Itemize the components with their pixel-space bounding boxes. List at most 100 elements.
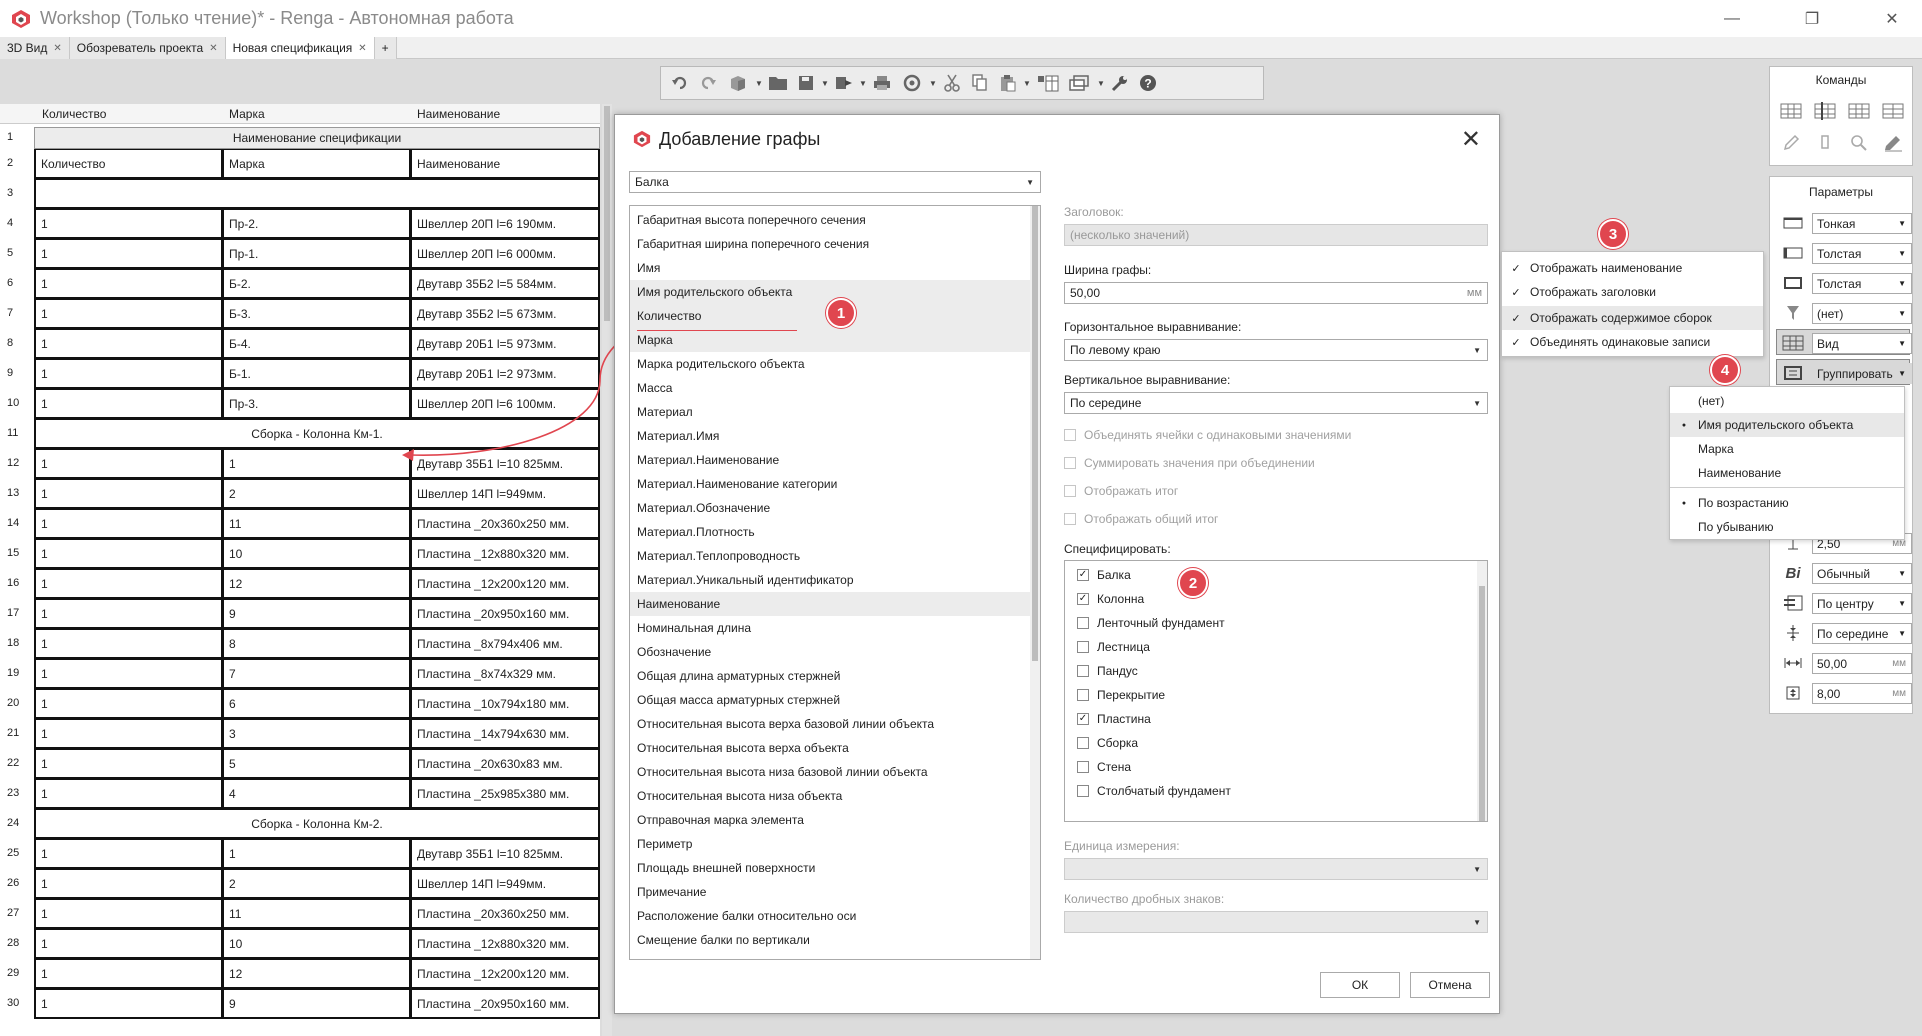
header-input[interactable]: (несколько значений) xyxy=(1064,224,1488,246)
checkbox-box[interactable] xyxy=(1077,641,1089,653)
menu-item[interactable]: Наименование xyxy=(1670,461,1904,485)
property-item[interactable]: Имя xyxy=(630,256,1030,280)
checkbox-box[interactable] xyxy=(1077,761,1089,773)
checkbox-box[interactable] xyxy=(1077,665,1089,677)
specify-item[interactable]: Сборка xyxy=(1077,736,1138,750)
property-item[interactable]: Материал.Наименование категории xyxy=(630,472,1030,496)
check-icon[interactable]: ✓ xyxy=(1077,569,1089,581)
property-item[interactable]: Габаритная высота поперечного сечения xyxy=(630,208,1030,232)
specify-item[interactable]: ✓ Балка xyxy=(1077,568,1131,582)
property-item[interactable]: Относительная высота низа объекта xyxy=(630,784,1030,808)
property-item[interactable]: Расположение балки относительно оси xyxy=(630,904,1030,928)
insert-column-icon[interactable] xyxy=(1812,99,1838,123)
property-item[interactable]: Отправочная марка элемента xyxy=(630,808,1030,832)
property-item[interactable]: Наименование xyxy=(630,592,1030,616)
menu-item[interactable]: ✓ Отображать содержимое сборок xyxy=(1502,306,1763,330)
decimals-select[interactable]: ▼ xyxy=(1064,911,1488,933)
check-icon[interactable]: ✓ xyxy=(1077,593,1089,605)
property-item[interactable]: Материал.Имя xyxy=(630,424,1030,448)
filter-select[interactable]: (нет) ▼ xyxy=(1812,303,1912,324)
line-weight-select[interactable]: Тонкая ▼ xyxy=(1812,213,1912,234)
property-item[interactable]: Масса xyxy=(630,376,1030,400)
specify-item[interactable]: Пандус xyxy=(1077,664,1138,678)
row-height-input[interactable]: 8,00 мм xyxy=(1812,683,1912,704)
table-icon[interactable] xyxy=(1846,99,1872,123)
menu-item[interactable]: Марка xyxy=(1670,437,1904,461)
property-item[interactable]: Материал.Уникальный идентификатор xyxy=(630,568,1030,592)
menu-item[interactable]: ✓ Объединять одинаковые записи xyxy=(1502,330,1763,354)
checkbox-box[interactable] xyxy=(1064,513,1076,525)
property-item[interactable]: Материал.Теплопроводность xyxy=(630,544,1030,568)
sum-values-checkbox[interactable]: Суммировать значения при объединении xyxy=(1064,456,1315,470)
specify-item[interactable]: Стена xyxy=(1077,760,1131,774)
menu-item[interactable]: ● По возрастанию xyxy=(1670,491,1904,515)
menu-item[interactable]: ● Имя родительского объекта xyxy=(1670,413,1904,437)
menu-item[interactable]: По убыванию xyxy=(1670,515,1904,539)
scroll-thumb[interactable] xyxy=(1479,586,1485,821)
edit-icon[interactable] xyxy=(1778,131,1804,155)
property-item[interactable]: Обозначение xyxy=(630,640,1030,664)
column-width-input[interactable]: 50,00 мм xyxy=(1812,653,1912,674)
specify-item[interactable]: Ленточный фундамент xyxy=(1077,616,1225,630)
halign-select[interactable]: По центру ▼ xyxy=(1812,593,1912,614)
property-item[interactable]: Марка родительского объекта xyxy=(630,352,1030,376)
property-item[interactable]: Общая длина арматурных стержней xyxy=(630,664,1030,688)
pencil-icon[interactable] xyxy=(1880,131,1906,155)
font-style-select[interactable]: Обычный ▼ xyxy=(1812,563,1912,584)
menu-item[interactable]: ✓ Отображать наименование xyxy=(1502,256,1763,280)
ok-button[interactable]: ОК xyxy=(1320,972,1400,998)
border-outer-select[interactable]: Толстая ▼ xyxy=(1812,273,1912,294)
property-item[interactable]: Периметр xyxy=(630,832,1030,856)
specify-item[interactable]: ✓ Пластина xyxy=(1077,712,1151,726)
checkbox-box[interactable] xyxy=(1064,457,1076,469)
view-select[interactable]: Вид ▼ xyxy=(1812,333,1912,354)
property-item[interactable]: Примечание xyxy=(630,880,1030,904)
property-item[interactable]: Относительная высота верха базовой линии… xyxy=(630,712,1030,736)
property-item[interactable]: Материал xyxy=(630,400,1030,424)
property-item[interactable]: Относительная высота верха объекта xyxy=(630,736,1030,760)
property-item[interactable]: Общая масса арматурных стержней xyxy=(630,688,1030,712)
menu-item[interactable]: (нет) xyxy=(1670,389,1904,413)
specify-item[interactable]: Столбчатый фундамент xyxy=(1077,784,1231,798)
property-item[interactable]: Имя родительского объекта xyxy=(630,280,1030,304)
dialog-close-button[interactable]: ✕ xyxy=(1461,125,1481,154)
width-input[interactable]: 50,00 мм xyxy=(1064,282,1488,304)
check-icon[interactable]: ✓ xyxy=(1077,713,1089,725)
property-list-scrollbar[interactable] xyxy=(1030,206,1040,959)
property-item[interactable]: Номинальная длина xyxy=(630,616,1030,640)
show-grand-total-checkbox[interactable]: Отображать общий итог xyxy=(1064,512,1218,526)
property-item[interactable]: Материал.Наименование xyxy=(630,448,1030,472)
checkbox-box[interactable] xyxy=(1064,429,1076,441)
property-item[interactable]: Материал.Обозначение xyxy=(630,496,1030,520)
scroll-thumb[interactable] xyxy=(1032,206,1038,661)
valign-select[interactable]: По середине ▼ xyxy=(1064,392,1488,414)
property-item[interactable]: Материал.Плотность xyxy=(630,520,1030,544)
show-total-checkbox[interactable]: Отображать итог xyxy=(1064,484,1178,498)
property-item[interactable]: Габаритная ширина поперечного сечения xyxy=(630,232,1030,256)
delete-column-icon[interactable] xyxy=(1880,99,1906,123)
search-icon[interactable] xyxy=(1846,131,1872,155)
property-item[interactable]: Площадь внешней поверхности xyxy=(630,856,1030,880)
halign-select[interactable]: По левому краю ▼ xyxy=(1064,339,1488,361)
merge-cells-checkbox[interactable]: Объединять ячейки с одинаковыми значения… xyxy=(1064,428,1351,442)
object-type-select[interactable]: Балка ▼ xyxy=(629,171,1041,193)
insert-row-icon[interactable] xyxy=(1778,99,1804,123)
specify-item[interactable]: ✓ Колонна xyxy=(1077,592,1144,606)
menu-item[interactable]: ✓ Отображать заголовки xyxy=(1502,280,1763,304)
marker-icon[interactable] xyxy=(1812,131,1838,155)
property-item[interactable]: Относительная высота низа базовой линии … xyxy=(630,760,1030,784)
group-select[interactable]: Группировать ▼ xyxy=(1812,363,1912,384)
checkbox-box[interactable] xyxy=(1077,617,1089,629)
checkbox-box[interactable] xyxy=(1077,689,1089,701)
checkbox-box[interactable] xyxy=(1077,785,1089,797)
valign-select[interactable]: По середине ▼ xyxy=(1812,623,1912,644)
property-item[interactable]: Смещение балки по вертикали xyxy=(630,928,1030,952)
specify-list[interactable]: ✓ Балка ✓ Колонна Ленточный фундамент Лестниц… xyxy=(1064,560,1488,822)
checkbox-box[interactable] xyxy=(1077,737,1089,749)
specify-item[interactable]: Лестница xyxy=(1077,640,1150,654)
checkbox-box[interactable] xyxy=(1064,485,1076,497)
property-item[interactable]: Марка xyxy=(630,328,1030,352)
cancel-button[interactable]: Отмена xyxy=(1410,972,1490,998)
specify-scrollbar[interactable] xyxy=(1477,561,1487,821)
specify-item[interactable]: Перекрытие xyxy=(1077,688,1165,702)
